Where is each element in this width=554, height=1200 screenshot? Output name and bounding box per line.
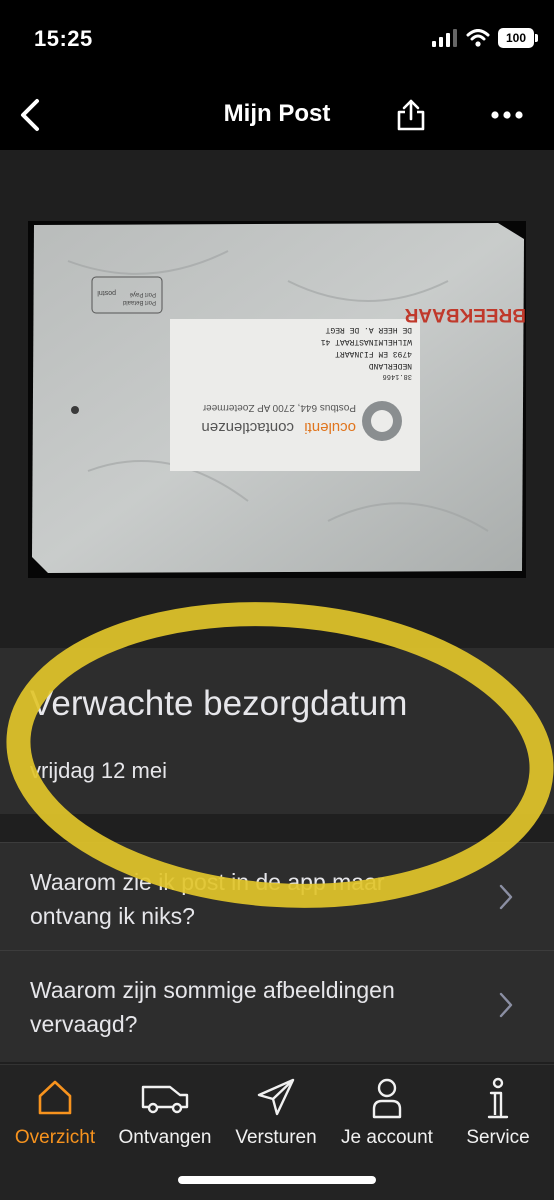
more-options-button[interactable] [482, 90, 532, 140]
post-image-section: oculenti contactlenzen Postbus 644, 2700… [0, 150, 554, 648]
status-time: 15:25 [34, 26, 93, 51]
chevron-right-icon [499, 992, 513, 1018]
page-title: Mijn Post [223, 100, 331, 127]
envelope-code: 38.1466 [383, 372, 412, 380]
signal-icon [432, 29, 457, 47]
nav-bar: Mijn Post [0, 80, 554, 150]
tab-overzicht[interactable]: Overzicht [0, 1065, 110, 1155]
wifi-icon [466, 29, 490, 47]
delivery-heading: Verwachte bezorgdatum [30, 684, 408, 723]
send-icon [257, 1078, 295, 1116]
faq-item-blurred-images[interactable]: Waarom zijn sommige afbeeldingen vervaag… [0, 950, 554, 1062]
recipient-line-2: WILHELMINASTRAAT 41 [321, 337, 412, 346]
more-icon [491, 111, 523, 119]
share-icon [397, 99, 425, 131]
envelope-photo[interactable]: oculenti contactlenzen Postbus 644, 2700… [28, 221, 526, 578]
delivery-date: vrijdag 12 mei [30, 758, 167, 783]
postnl-mark: postnl [97, 289, 116, 296]
person-icon [372, 1078, 402, 1119]
recipient-line-4: NEDERLAND [369, 361, 412, 370]
chevron-right-icon [499, 884, 513, 910]
sender-brand-suffix: contactlenzen [201, 419, 294, 436]
tab-label: Service [466, 1127, 530, 1148]
status-icons: 100 [432, 28, 538, 48]
faq-list: Waarom zie ik post in de app maar ontvan… [0, 842, 554, 1062]
home-indicator[interactable] [178, 1176, 376, 1184]
battery-indicator: 100 [498, 28, 538, 48]
tab-versturen[interactable]: Versturen [221, 1065, 331, 1155]
share-button[interactable] [386, 90, 436, 140]
van-icon [141, 1085, 189, 1114]
home-icon [38, 1080, 72, 1115]
screen: 15:25 100 Mijn Post oculenti contactlenz… [0, 0, 554, 1200]
sender-address: Postbus 644, 2700 AP Zoetermeer [202, 402, 356, 413]
fragile-label: BREEKBAAR [404, 304, 526, 325]
info-icon [487, 1077, 509, 1119]
delivery-info-card: Verwachte bezorgdatum vrijdag 12 mei [0, 648, 554, 814]
status-bar: 15:25 100 [0, 0, 554, 80]
postage-label: Port Betaald [123, 299, 156, 305]
tab-je-account[interactable]: Je account [332, 1065, 442, 1155]
faq-question: Waarom zie ik post in de app maar ontvan… [30, 869, 385, 929]
tab-ontvangen[interactable]: Ontvangen [110, 1065, 220, 1155]
postage-label-2: Port Payé [129, 291, 156, 297]
tab-service[interactable]: Service [443, 1065, 553, 1155]
recipient-line-3: 4793 EM FIJNAART [335, 349, 412, 358]
sender-brand: oculenti [304, 419, 356, 436]
recipient-line-1: DE HEER A. DE REGT [325, 325, 412, 334]
faq-item-no-mail-received[interactable]: Waarom zie ik post in de app maar ontvan… [0, 842, 554, 950]
faq-question: Waarom zijn sommige afbeeldingen vervaag… [30, 977, 395, 1037]
